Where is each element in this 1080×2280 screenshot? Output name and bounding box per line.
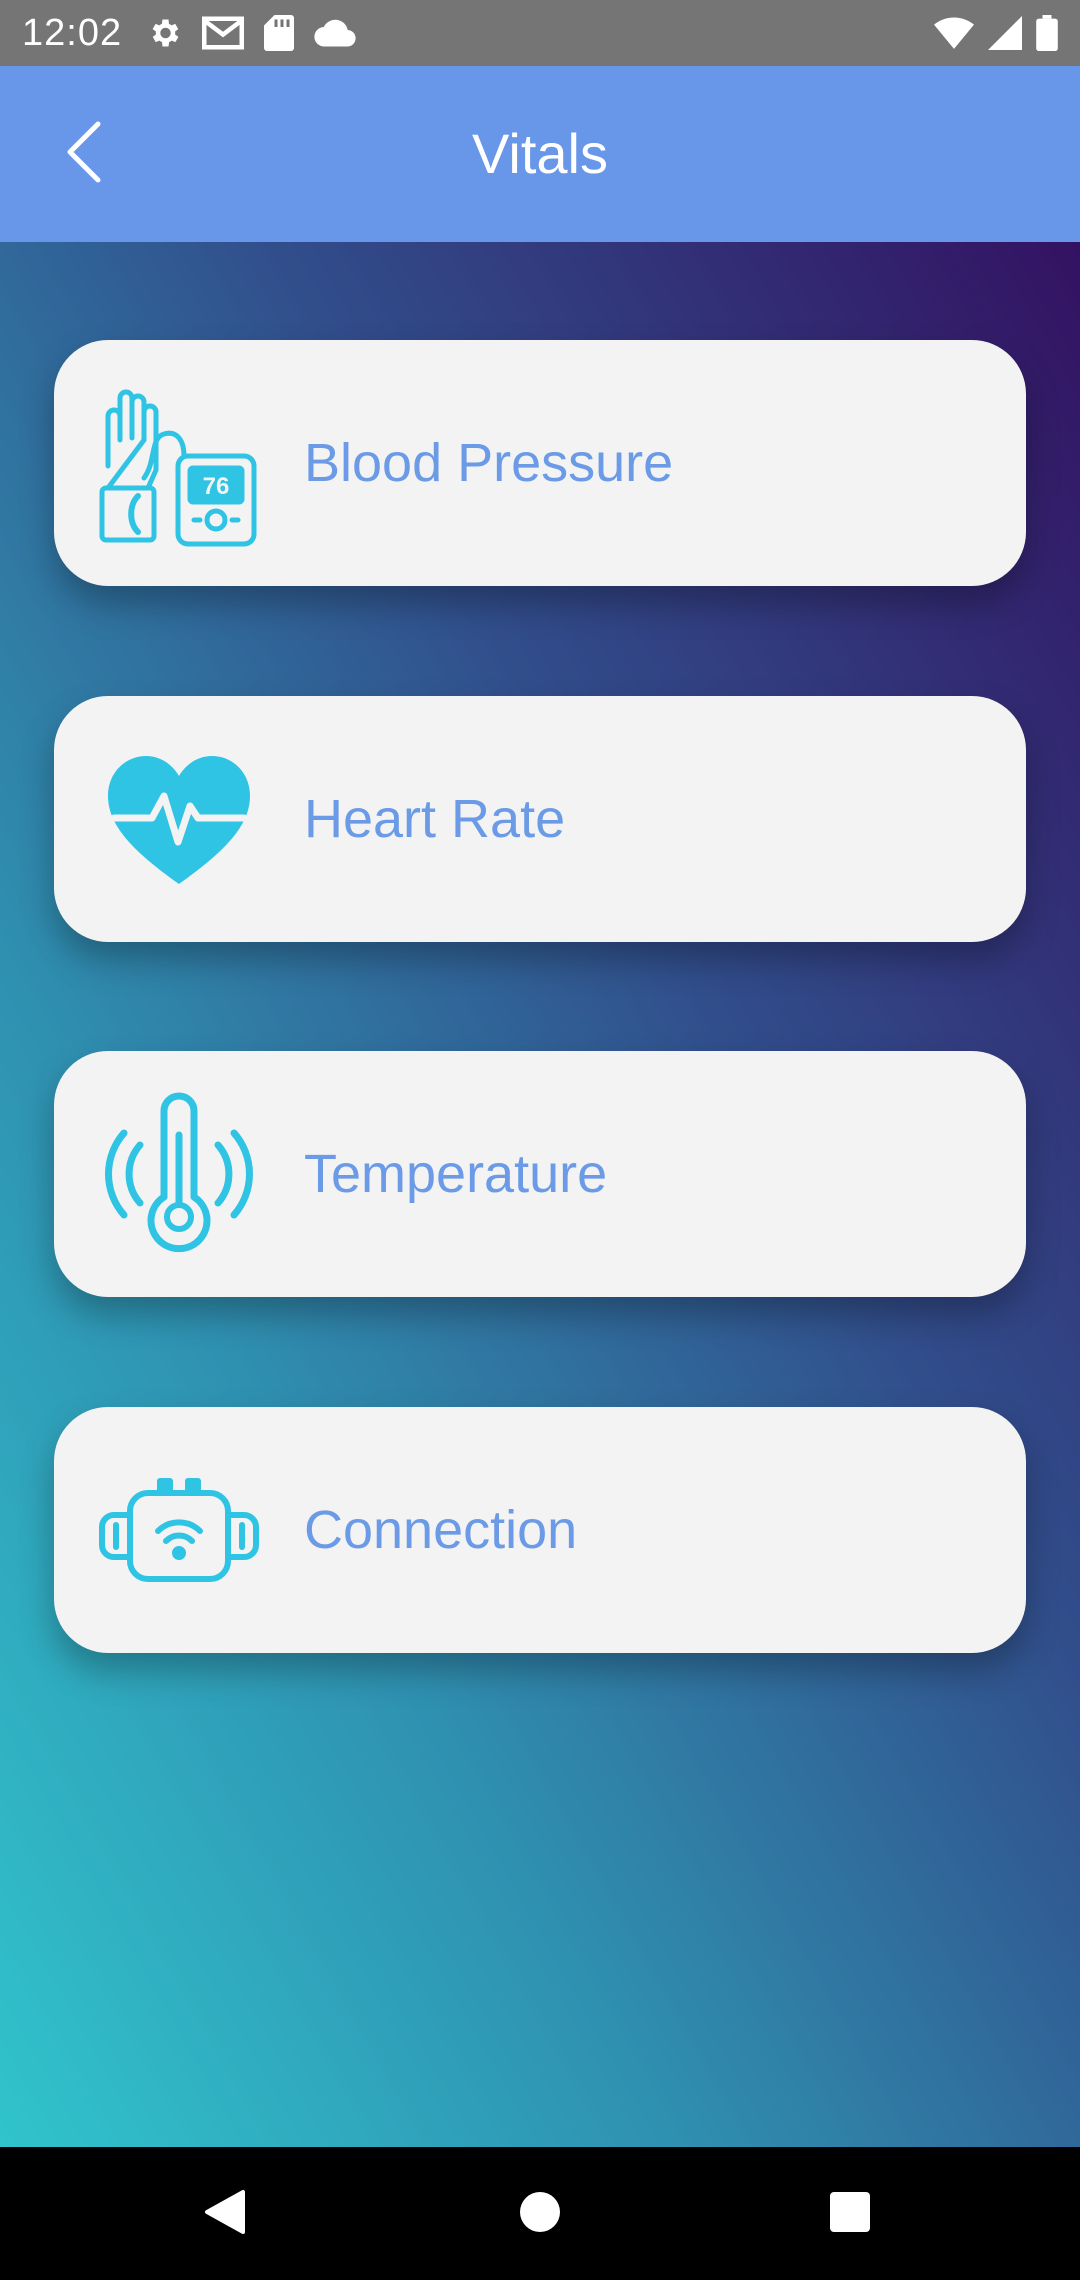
heart-rate-label: Heart Rate (304, 789, 566, 849)
wearable-connection-icon (94, 1445, 264, 1615)
temperature-label: Temperature (304, 1144, 608, 1204)
battery-icon (1036, 15, 1058, 51)
svg-text:76: 76 (203, 473, 230, 500)
blood-pressure-label: Blood Pressure (304, 433, 674, 493)
back-triangle-icon (203, 2188, 247, 2241)
blood-pressure-icon: 76 (94, 378, 264, 548)
status-icons-right (934, 12, 1058, 54)
settings-icon (146, 15, 182, 51)
heart-rate-card[interactable]: Heart Rate (54, 696, 1026, 942)
cell-signal-icon (988, 16, 1022, 50)
temperature-card[interactable]: Temperature (54, 1051, 1026, 1297)
status-icons-left (146, 12, 356, 54)
back-button[interactable] (48, 112, 120, 196)
nav-back-button[interactable] (188, 2177, 262, 2251)
recents-square-icon (829, 2191, 871, 2238)
screen: 12:02 Vitals 76 Blood Pressure Heart Rat… (0, 0, 1080, 2280)
nav-recents-button[interactable] (813, 2177, 887, 2251)
wifi-icon (934, 17, 974, 49)
gmail-icon (202, 16, 244, 50)
chevron-left-icon (64, 120, 104, 189)
home-circle-icon (519, 2191, 561, 2238)
app-bar: Vitals (0, 66, 1080, 242)
connection-card[interactable]: Connection (54, 1407, 1026, 1653)
blood-pressure-card[interactable]: 76 Blood Pressure (54, 340, 1026, 586)
status-time: 12:02 (22, 12, 123, 54)
sd-card-icon (264, 15, 294, 51)
connection-label: Connection (304, 1500, 578, 1560)
status-bar: 12:02 (0, 0, 1080, 66)
nav-home-button[interactable] (503, 2177, 577, 2251)
vitals-list: 76 Blood Pressure Heart Rate Temperature… (0, 242, 1080, 2147)
page-title: Vitals (472, 122, 608, 185)
thermometer-icon (94, 1089, 264, 1259)
heart-rate-icon (94, 734, 264, 904)
cloud-icon (314, 18, 356, 48)
navigation-bar (0, 2147, 1080, 2280)
